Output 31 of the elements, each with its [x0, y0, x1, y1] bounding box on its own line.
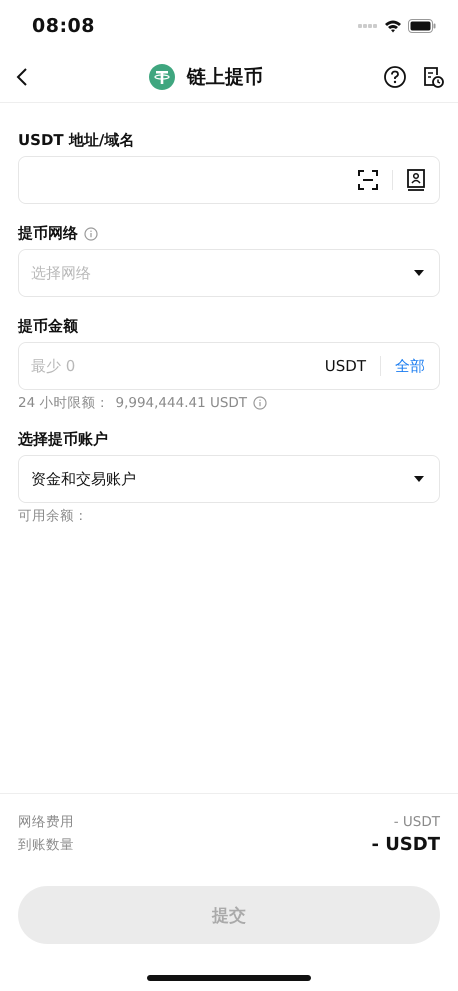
battery-icon: [408, 19, 436, 33]
unit-label: USDT: [324, 357, 366, 375]
page-title: 链上提币: [187, 65, 263, 90]
summary-value: - USDT: [394, 814, 440, 830]
back-icon[interactable]: [16, 67, 28, 87]
available-balance-label: 可用余额：: [18, 508, 88, 524]
help-icon[interactable]: [384, 66, 406, 88]
wifi-icon: [384, 19, 402, 33]
field-label: 选择提币账户: [18, 430, 108, 449]
signal-icon: [358, 24, 378, 28]
amount-field[interactable]: 最少 0 USDT 全部: [18, 342, 440, 390]
limit-value: 9,994,444.41 USDT: [115, 395, 248, 411]
field-label: 提币金额: [18, 317, 78, 336]
account-select[interactable]: 资金和交易账户: [18, 455, 440, 503]
scan-icon[interactable]: [358, 170, 378, 190]
summary-label: 到账数量: [18, 836, 74, 854]
summary-value: - USDT: [371, 834, 440, 855]
address-field[interactable]: [18, 156, 440, 204]
coin-icon: [149, 64, 175, 90]
info-icon: [84, 226, 98, 240]
info-icon: [253, 396, 268, 410]
limit-label: 24 小时限额：: [18, 394, 110, 412]
status-time: 08:08: [32, 15, 95, 37]
caret-icon: [413, 269, 425, 277]
caret-icon: [413, 475, 425, 483]
field-label: USDT 地址/域名: [18, 131, 134, 150]
history-icon[interactable]: [422, 65, 444, 89]
field-label: 提币网络: [18, 224, 78, 243]
summary-label: 网络费用: [18, 812, 74, 830]
all-link[interactable]: 全部: [395, 356, 425, 376]
address-book-icon[interactable]: [407, 169, 425, 191]
